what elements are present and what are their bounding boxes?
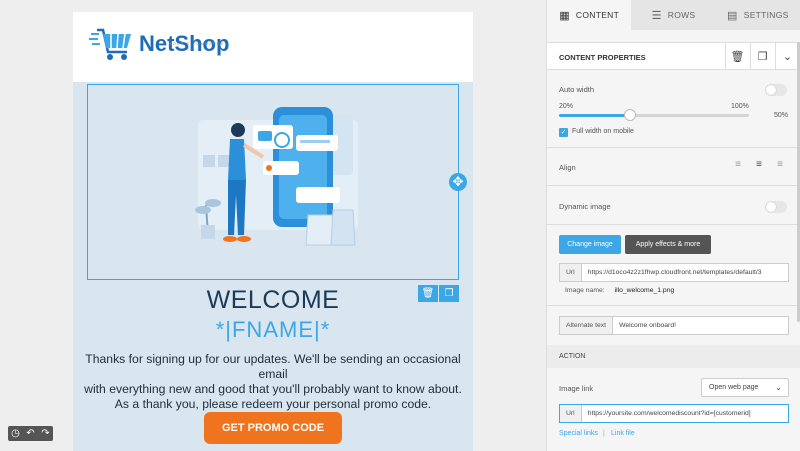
- divider: [547, 224, 800, 225]
- email-header: NetShop YOUR E-COMMERCE: [73, 12, 473, 82]
- auto-width-label: Auto width: [559, 85, 595, 94]
- panel-tabs: ▦ CONTENT ☰ ROWS ▤ SETTINGS: [547, 0, 800, 30]
- align-label: Align: [559, 163, 576, 172]
- slider-value: 50%: [774, 112, 789, 119]
- history-icon[interactable]: ◷: [8, 426, 23, 441]
- dynamic-image-label: Dynamic image: [559, 202, 611, 211]
- link-url-field[interactable]: Url https://yoursite.com/welcomediscount…: [559, 404, 789, 423]
- properties-panel: ▦ CONTENT ☰ ROWS ▤ SETTINGS CONTENT PROP…: [546, 0, 800, 451]
- alt-text-label: Alternate text: [560, 317, 614, 334]
- alt-text-field[interactable]: Alternate text Welcome onboard!: [559, 316, 789, 335]
- history-toolbar: ◷ ↶ ↷: [8, 426, 53, 441]
- content-properties-header: CONTENT PROPERTIES 🗑 ❐ ⌄: [547, 42, 800, 70]
- body-line: Thanks for signing up for our updates. W…: [85, 352, 461, 381]
- tab-label: CONTENT: [575, 10, 620, 20]
- special-links-link[interactable]: Special links: [559, 430, 598, 437]
- slider-max-label: 100%: [731, 103, 749, 110]
- change-image-button[interactable]: Change image: [559, 235, 621, 254]
- chevron-down-icon: ⌄: [775, 383, 782, 392]
- align-right-icon[interactable]: ≡: [773, 160, 787, 170]
- alt-text-value: Welcome onboard!: [619, 322, 676, 329]
- tab-content[interactable]: ▦ CONTENT: [547, 0, 632, 30]
- get-promo-code-button[interactable]: GET PROMO CODE: [204, 412, 342, 444]
- divider: [547, 305, 800, 306]
- image-name-label: Image name:: [565, 287, 605, 294]
- action-header-label: ACTION: [559, 353, 586, 360]
- fname-merge-tag: *|FNAME|*: [215, 317, 331, 342]
- link-type-value: Open web page: [709, 384, 759, 391]
- auto-width-toggle[interactable]: [765, 84, 787, 96]
- tab-settings[interactable]: ▤ SETTINGS: [715, 0, 800, 30]
- width-slider[interactable]: [559, 109, 749, 121]
- image-name-value: illo_welcome_1.png: [614, 287, 675, 294]
- redo-icon[interactable]: ↷: [38, 426, 53, 441]
- image-name-row: Image name: illo_welcome_1.png: [565, 287, 674, 294]
- link-type-select[interactable]: Open web page ⌄: [701, 378, 789, 397]
- divider: [547, 147, 800, 148]
- undo-icon[interactable]: ↶: [23, 426, 38, 441]
- logo-tagline: YOUR E-COMMERCE: [169, 41, 225, 46]
- slider-handle[interactable]: [624, 109, 637, 121]
- apply-effects-button[interactable]: Apply effects & more: [625, 235, 711, 254]
- cart-icon: [89, 28, 131, 60]
- dynamic-image-toggle[interactable]: [765, 201, 787, 213]
- move-handle-icon[interactable]: ✥: [449, 173, 467, 191]
- grid-icon: ▦: [559, 9, 570, 22]
- tab-label: SETTINGS: [743, 10, 789, 20]
- link-url-value: https://yoursite.com/welcomediscount?id=…: [587, 410, 751, 417]
- action-section-header: ACTION: [547, 345, 800, 368]
- url-prefix: Url: [560, 264, 582, 281]
- trash-icon[interactable]: 🗑: [725, 43, 749, 69]
- divider: [547, 185, 800, 186]
- chevron-down-icon[interactable]: ⌄: [775, 43, 799, 69]
- settings-icon: ▤: [727, 9, 738, 22]
- body-line: As a thank you, please redeem your perso…: [114, 397, 432, 411]
- email-body-text: Thanks for signing up for our updates. W…: [83, 352, 463, 412]
- link-separator: |: [603, 430, 605, 437]
- align-left-icon[interactable]: ≡: [731, 160, 745, 170]
- image-link-label: Image link: [559, 384, 594, 393]
- body-line: with everything new and good that you'll…: [84, 382, 462, 396]
- slider-min-label: 20%: [559, 103, 574, 110]
- url-prefix: Url: [560, 405, 582, 422]
- full-width-mobile-checkbox[interactable]: ✓: [559, 128, 568, 137]
- tab-label: ROWS: [667, 10, 696, 20]
- welcome-illustration: [195, 107, 358, 246]
- full-width-mobile-label: Full width on mobile: [572, 128, 634, 135]
- tab-rows[interactable]: ☰ ROWS: [631, 0, 716, 30]
- slider-fill: [559, 114, 631, 117]
- welcome-heading: WELCOME: [206, 286, 340, 314]
- editor-canvas: NetShop YOUR E-COMMERCE ✥ 🗑 ❐ WELCOME *|…: [0, 0, 546, 451]
- image-url-value: https://d1oco4z2z1fhwp.cloudfront.net/te…: [587, 269, 762, 276]
- duplicate-icon[interactable]: ❐: [750, 43, 774, 69]
- link-file-link[interactable]: Link file: [611, 430, 635, 437]
- rows-icon: ☰: [651, 9, 662, 22]
- align-center-icon[interactable]: ≡: [752, 160, 766, 170]
- image-url-field[interactable]: Url https://d1oco4z2z1fhwp.cloudfront.ne…: [559, 263, 789, 282]
- welcome-image-block[interactable]: [87, 84, 459, 280]
- content-properties-title: CONTENT PROPERTIES: [559, 53, 646, 62]
